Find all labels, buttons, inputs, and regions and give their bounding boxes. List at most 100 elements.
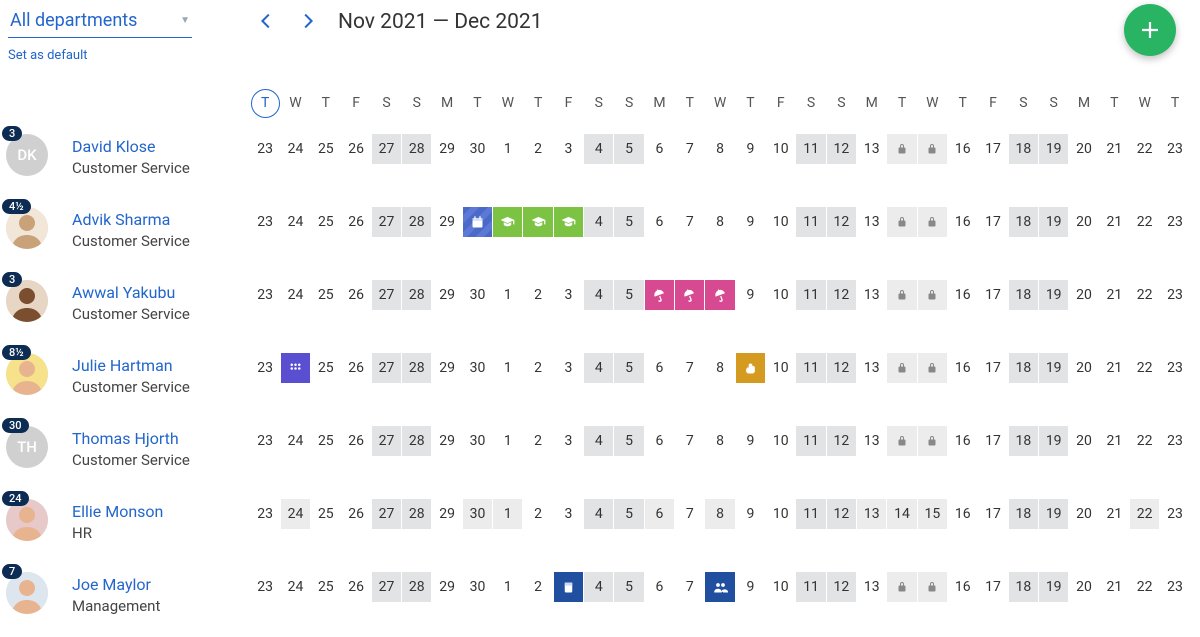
- day-cell[interactable]: 22: [1130, 572, 1159, 602]
- day-cell[interactable]: 19: [1039, 280, 1068, 310]
- day-cell[interactable]: 9: [736, 134, 765, 164]
- day-cell[interactable]: 20: [1069, 353, 1098, 383]
- day-cell[interactable]: 13: [857, 207, 886, 237]
- prev-period-button[interactable]: [256, 10, 278, 36]
- day-cell[interactable]: 16: [948, 134, 977, 164]
- day-cell[interactable]: 26: [341, 499, 370, 529]
- day-cell[interactable]: 29: [432, 134, 461, 164]
- day-cell[interactable]: 25: [311, 426, 340, 456]
- locked-day-cell[interactable]: [918, 572, 947, 602]
- day-cell[interactable]: 19: [1039, 353, 1068, 383]
- day-cell[interactable]: 23: [251, 426, 280, 456]
- locked-day-cell[interactable]: [918, 207, 947, 237]
- day-cell[interactable]: 12: [827, 207, 856, 237]
- day-cell[interactable]: 28: [402, 572, 431, 602]
- day-cell[interactable]: 5: [614, 134, 643, 164]
- day-cell[interactable]: 25: [311, 499, 340, 529]
- day-cell[interactable]: 7: [675, 499, 704, 529]
- day-cell[interactable]: 2: [523, 280, 552, 310]
- day-cell[interactable]: 28: [402, 426, 431, 456]
- day-cell[interactable]: 10: [766, 280, 795, 310]
- day-cell[interactable]: 20: [1069, 572, 1098, 602]
- day-cell[interactable]: 28: [402, 353, 431, 383]
- locked-day-cell[interactable]: [887, 353, 916, 383]
- person-name-link[interactable]: Advik Sharma: [72, 210, 170, 229]
- day-cell[interactable]: 17: [978, 134, 1007, 164]
- day-cell[interactable]: 18: [1009, 134, 1038, 164]
- day-cell[interactable]: 23: [1160, 572, 1189, 602]
- day-cell[interactable]: 30: [463, 572, 492, 602]
- day-cell[interactable]: 23: [251, 499, 280, 529]
- day-cell[interactable]: 13: [857, 134, 886, 164]
- day-cell[interactable]: 17: [978, 499, 1007, 529]
- day-cell[interactable]: [523, 207, 552, 237]
- day-cell[interactable]: 15: [918, 499, 947, 529]
- person-name-link[interactable]: Ellie Monson: [72, 502, 163, 521]
- day-cell[interactable]: 7: [675, 207, 704, 237]
- day-cell[interactable]: 9: [736, 280, 765, 310]
- day-cell[interactable]: 27: [372, 207, 401, 237]
- day-cell[interactable]: 17: [978, 426, 1007, 456]
- day-cell[interactable]: 1: [493, 280, 522, 310]
- day-cell[interactable]: 8: [705, 353, 734, 383]
- day-cell[interactable]: 23: [1160, 499, 1189, 529]
- day-cell[interactable]: 21: [1100, 572, 1129, 602]
- day-cell[interactable]: 28: [402, 499, 431, 529]
- day-cell[interactable]: 19: [1039, 499, 1068, 529]
- day-cell[interactable]: 19: [1039, 572, 1068, 602]
- day-cell[interactable]: 29: [432, 426, 461, 456]
- day-cell[interactable]: 21: [1100, 426, 1129, 456]
- day-cell[interactable]: 12: [827, 280, 856, 310]
- locked-day-cell[interactable]: [887, 426, 916, 456]
- day-cell[interactable]: 23: [251, 207, 280, 237]
- day-cell[interactable]: 1: [493, 499, 522, 529]
- day-cell[interactable]: 3: [554, 426, 583, 456]
- day-cell[interactable]: 3: [554, 134, 583, 164]
- day-cell[interactable]: [675, 280, 704, 310]
- day-cell[interactable]: 16: [948, 426, 977, 456]
- day-cell[interactable]: 23: [1160, 426, 1189, 456]
- day-cell[interactable]: 6: [645, 353, 674, 383]
- day-cell[interactable]: 27: [372, 353, 401, 383]
- day-cell[interactable]: 6: [645, 426, 674, 456]
- day-cell[interactable]: 10: [766, 207, 795, 237]
- day-cell[interactable]: 6: [645, 207, 674, 237]
- day-cell[interactable]: 26: [341, 280, 370, 310]
- day-cell[interactable]: [705, 572, 734, 602]
- day-cell[interactable]: 13: [857, 426, 886, 456]
- day-cell[interactable]: 24: [281, 572, 310, 602]
- day-cell[interactable]: 27: [372, 134, 401, 164]
- day-cell[interactable]: 13: [857, 280, 886, 310]
- add-button[interactable]: [1124, 4, 1176, 56]
- day-cell[interactable]: 21: [1100, 207, 1129, 237]
- day-cell[interactable]: 5: [614, 426, 643, 456]
- day-cell[interactable]: 4: [584, 426, 613, 456]
- day-cell[interactable]: 20: [1069, 426, 1098, 456]
- day-cell[interactable]: 4: [584, 207, 613, 237]
- day-cell[interactable]: 7: [675, 353, 704, 383]
- day-cell[interactable]: 8: [705, 499, 734, 529]
- day-cell[interactable]: 4: [584, 572, 613, 602]
- day-cell[interactable]: 7: [675, 426, 704, 456]
- day-cell[interactable]: 17: [978, 280, 1007, 310]
- day-cell[interactable]: 24: [281, 207, 310, 237]
- day-cell[interactable]: 25: [311, 134, 340, 164]
- day-cell[interactable]: 20: [1069, 280, 1098, 310]
- day-cell[interactable]: 17: [978, 572, 1007, 602]
- locked-day-cell[interactable]: [918, 134, 947, 164]
- day-cell[interactable]: 19: [1039, 134, 1068, 164]
- day-cell[interactable]: 11: [796, 134, 825, 164]
- day-cell[interactable]: 23: [251, 280, 280, 310]
- day-cell[interactable]: [554, 572, 583, 602]
- day-cell[interactable]: 26: [341, 134, 370, 164]
- day-cell[interactable]: 11: [796, 207, 825, 237]
- day-cell[interactable]: 9: [736, 207, 765, 237]
- day-cell[interactable]: 23: [251, 134, 280, 164]
- day-cell[interactable]: [705, 280, 734, 310]
- day-cell[interactable]: 26: [341, 572, 370, 602]
- day-cell[interactable]: 10: [766, 134, 795, 164]
- day-cell[interactable]: 1: [493, 353, 522, 383]
- day-cell[interactable]: 23: [251, 353, 280, 383]
- day-cell[interactable]: 10: [766, 426, 795, 456]
- day-cell[interactable]: 8: [705, 426, 734, 456]
